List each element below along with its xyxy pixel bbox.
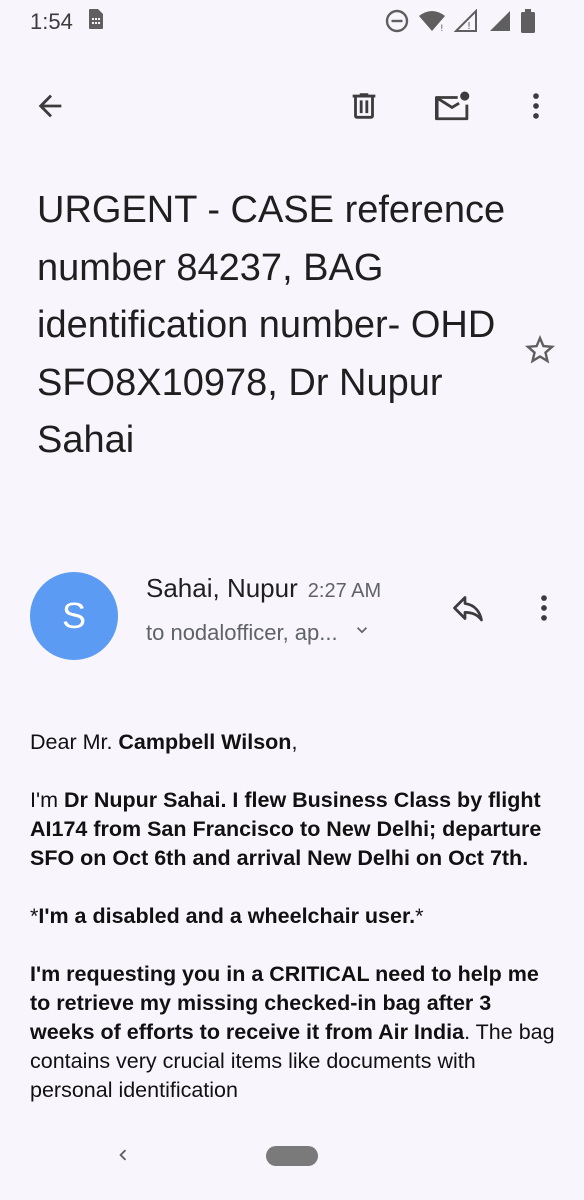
- body-text: Dear Mr.: [30, 730, 119, 754]
- more-vert-icon: [519, 89, 553, 128]
- star-outline-icon: [522, 332, 558, 373]
- body-text: ,: [291, 730, 298, 754]
- body-bold-text: I'm requesting you in a CRITICAL need to…: [30, 962, 539, 1044]
- more-options-button[interactable]: [512, 84, 560, 132]
- status-time: 1:54: [30, 9, 73, 34]
- body-paragraph: *I'm a disabled and a wheelchair user.*: [30, 902, 560, 931]
- do-not-disturb-icon: [384, 8, 410, 40]
- email-body: Dear Mr. Campbell Wilson, I'm Dr Nupur S…: [30, 728, 560, 1112]
- arrow-back-icon: [33, 89, 67, 128]
- status-icons: ! !: [384, 8, 536, 40]
- chevron-left-icon: [112, 1144, 134, 1171]
- message-time: 2:27 AM: [307, 580, 382, 602]
- home-pill[interactable]: [266, 1146, 318, 1166]
- body-paragraph: Dear Mr. Campbell Wilson,: [30, 728, 560, 757]
- email-subject: URGENT - CASE reference number 84237, BA…: [37, 189, 506, 461]
- sim-card-icon: [87, 8, 105, 36]
- reply-button[interactable]: [446, 588, 490, 632]
- body-bold-text: I'm a disabled and a wheelchair user.: [38, 904, 416, 928]
- status-bar: 1:54 ! !: [0, 0, 584, 44]
- recipients-text: to nodalofficer, ap...: [146, 620, 338, 645]
- wifi-icon: !: [418, 9, 446, 39]
- toolbar: [0, 76, 584, 140]
- reply-icon: [450, 590, 486, 631]
- body-paragraph: I'm requesting you in a CRITICAL need to…: [30, 960, 560, 1105]
- body-text: *: [415, 904, 424, 928]
- mark-unread-button[interactable]: [428, 84, 476, 132]
- recipients-toggle[interactable]: to nodalofficer, ap...: [146, 620, 372, 646]
- message-more-button[interactable]: [522, 588, 566, 632]
- battery-icon: [520, 8, 536, 40]
- body-paragraph: I'm Dr Nupur Sahai. I flew Business Clas…: [30, 786, 560, 873]
- body-bold-text: Campbell Wilson: [118, 730, 292, 754]
- chevron-down-icon: [352, 620, 372, 646]
- sender-line: Sahai, Nupur 2:27 AM: [146, 573, 381, 604]
- svg-text:!: !: [467, 21, 471, 32]
- trash-icon: [347, 89, 381, 128]
- sender-name[interactable]: Sahai, Nupur: [146, 573, 298, 604]
- back-button[interactable]: [26, 84, 74, 132]
- mail-unread-icon: [432, 89, 472, 128]
- signal-strength-icon: [488, 9, 512, 39]
- body-bold-text: Dr Nupur Sahai. I flew Business Class by…: [30, 788, 542, 870]
- system-back-button[interactable]: [108, 1142, 138, 1172]
- sender-avatar[interactable]: S: [30, 572, 118, 660]
- svg-text:!: !: [440, 24, 444, 33]
- delete-button[interactable]: [340, 84, 388, 132]
- system-nav-bar: [0, 1120, 584, 1200]
- body-text: I'm: [30, 788, 64, 812]
- star-button[interactable]: [518, 330, 562, 374]
- signal-icon: !: [453, 8, 480, 39]
- more-vert-icon: [527, 591, 561, 630]
